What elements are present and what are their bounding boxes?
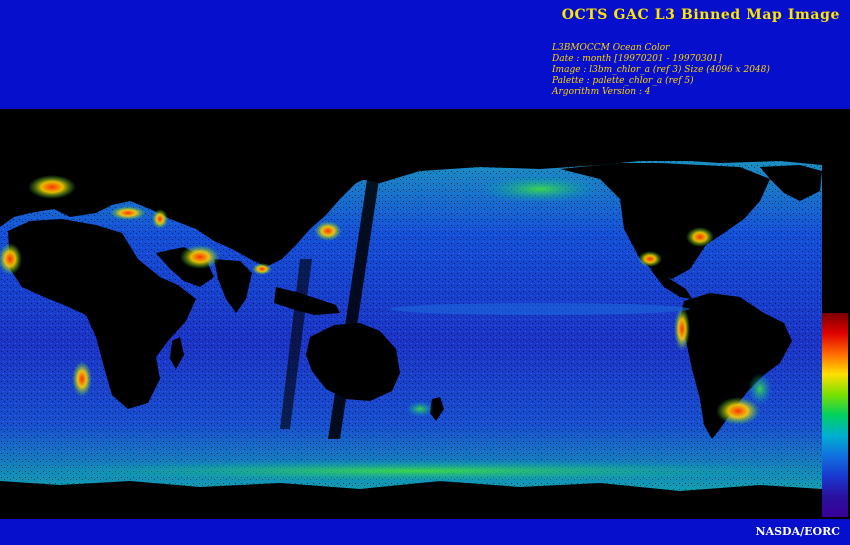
- metadata-image-line: Image : l3bm_chlor_a (ref 3) Size (4096 …: [552, 65, 770, 75]
- chlorophyll-hotspot-argentine-shelf: [748, 373, 772, 405]
- metadata-product-line: L3BMOCCM Ocean Color: [552, 43, 670, 53]
- map-title: OCTS GAC L3 Binned Map Image: [561, 7, 840, 23]
- chlorophyll-hotspot-east-china-sea: [314, 221, 342, 241]
- chlorophyll-hotspot-benguela: [72, 361, 92, 397]
- chlorophyll-world-map: [0, 109, 840, 519]
- chlorophyll-hotspot-black-sea: [110, 206, 146, 220]
- chlorophyll-hotspot-peru-upwelling: [674, 307, 690, 351]
- chlorophyll-hotspot-us-east-coast: [686, 227, 714, 247]
- chlorophyll-hotspot-caspian: [152, 209, 168, 229]
- chlorophyll-hotspot-gulf-of-mexico: [638, 251, 662, 267]
- metadata-algorithm-line: Argorithm Version : 4: [552, 87, 651, 97]
- map-area: [0, 109, 850, 519]
- chlorophyll-hotspot-arabian-sea: [180, 245, 220, 269]
- chlorophyll-band-southern-ocean: [0, 459, 840, 483]
- credit-text: NASDA/EORC: [755, 525, 841, 538]
- chlorophyll-band-equatorial-pacific: [390, 303, 690, 315]
- chlorophyll-hotspot-north-sea: [28, 175, 76, 199]
- chlorophyll-hotspot-bay-of-bengal: [252, 263, 272, 275]
- header-banner: OCTS GAC L3 Binned Map Image L3BMOCCM Oc…: [0, 0, 850, 109]
- footer-banner: NASDA/EORC: [0, 519, 850, 545]
- metadata-date-line: Date : month [19970201 - 19970301]: [552, 54, 722, 64]
- chlorophyll-hotspot-tasman: [406, 401, 434, 417]
- metadata-palette-line: Palette : palette_chlor_a (ref 5): [552, 76, 694, 86]
- chlorophyll-hotspot-north-pacific: [480, 175, 600, 203]
- chlorophyll-colorbar: [822, 313, 848, 517]
- metadata-block: L3BMOCCM Ocean Color Date : month [19970…: [552, 43, 770, 98]
